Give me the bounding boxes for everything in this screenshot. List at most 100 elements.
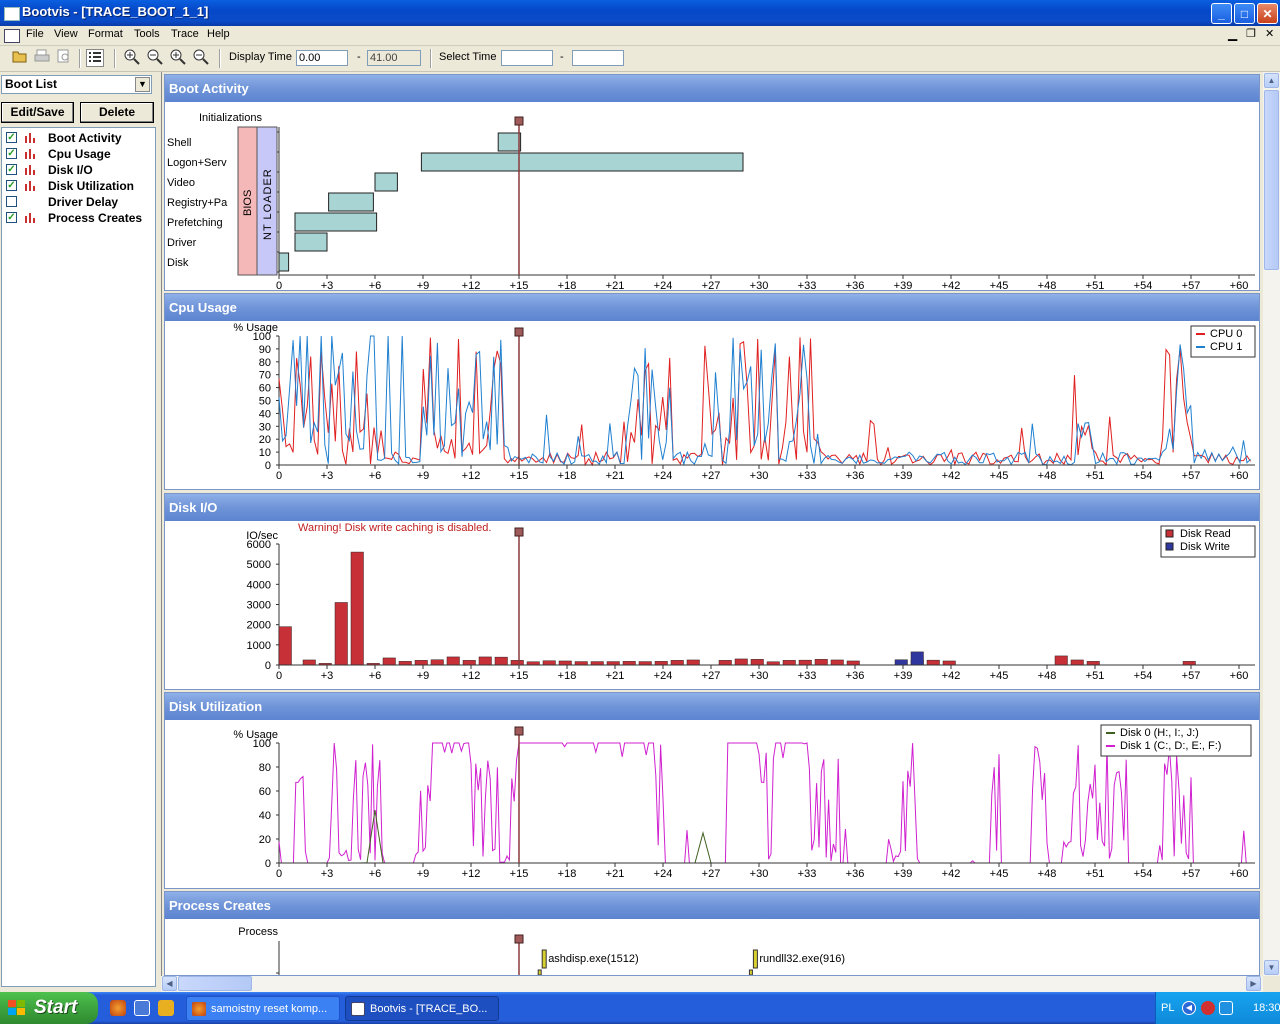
zoom-out-icon[interactable] xyxy=(146,49,164,67)
select-time-start-input[interactable] xyxy=(501,50,553,66)
checkbox[interactable]: ✓ xyxy=(6,180,17,191)
legend-label: Disk 1 (C:, D:, E:, F:) xyxy=(1120,740,1221,752)
x-tick-label: +48 xyxy=(1038,670,1057,682)
boot-activity-panel: Boot Activity Initializations Shell Logon+… xyxy=(164,74,1260,291)
chart-list-item-disk-io[interactable]: ✓ Disk I/O xyxy=(6,163,154,179)
close-button[interactable]: ✕ xyxy=(1257,3,1278,24)
task-button-firefox[interactable]: samoistny reset komp... xyxy=(186,996,340,1021)
open-folder-icon[interactable] xyxy=(11,49,29,67)
scroll-right-icon[interactable]: ▶ xyxy=(1246,976,1261,991)
process-creates-panel: Process Creates Process ashdisp.exe(1512)… xyxy=(164,891,1260,976)
x-tick-label: +51 xyxy=(1086,280,1105,290)
checkbox[interactable]: ✓ xyxy=(6,148,17,159)
mdi-restore-icon[interactable]: ❐ xyxy=(1246,27,1256,40)
chevron-down-icon[interactable]: ▼ xyxy=(135,77,150,92)
disk-read-bar xyxy=(1086,661,1100,666)
legend-label: Disk 0 (H:, I:, J:) xyxy=(1120,727,1199,739)
chart-list-label: Process Creates xyxy=(48,211,143,225)
disk-read-bar xyxy=(398,661,412,666)
disk-io-chart[interactable]: 6000500040003000200010000IO/secWarning! … xyxy=(165,521,1259,689)
disk-read-bar xyxy=(750,659,764,666)
checkbox[interactable]: ✓ xyxy=(6,164,17,175)
zoom-fit-icon[interactable] xyxy=(192,49,210,67)
minimize-button[interactable]: _ xyxy=(1211,3,1232,24)
clock[interactable]: 18:30 xyxy=(1253,1002,1280,1014)
x-tick-label: +15 xyxy=(510,670,529,682)
select-time-end-input[interactable] xyxy=(572,50,624,66)
process-creates-chart[interactable]: Process ashdisp.exe(1512) rundll32.exe(916… xyxy=(165,919,1259,975)
x-tick-label: +30 xyxy=(750,868,769,880)
print-preview-icon[interactable] xyxy=(55,49,73,67)
y-tick-label: 80 xyxy=(259,762,271,774)
menu-trace[interactable]: Trace xyxy=(171,28,199,40)
chart-list-item-process-creates[interactable]: ✓ Process Creates xyxy=(6,211,154,227)
start-button[interactable]: Start xyxy=(0,992,98,1024)
toolbar-separator xyxy=(79,49,81,68)
delete-button[interactable]: Delete xyxy=(80,102,154,123)
show-desktop-icon[interactable] xyxy=(134,1000,150,1016)
zoom-in-selection-icon[interactable] xyxy=(169,49,187,67)
y-tick-label: 50 xyxy=(259,396,271,408)
menu-help[interactable]: Help xyxy=(207,28,230,40)
menu-format[interactable]: Format xyxy=(88,28,123,40)
edit-save-button[interactable]: Edit/Save xyxy=(1,102,74,123)
display-time-end-input[interactable]: 41.00 xyxy=(367,50,421,66)
x-tick-label: +54 xyxy=(1134,280,1153,290)
horizontal-scrollbar[interactable]: ◀ ▶ xyxy=(161,976,1263,992)
chart-list-item-boot-activity[interactable]: ✓ Boot Activity xyxy=(6,131,154,147)
scroll-down-icon[interactable]: ▼ xyxy=(1264,960,1279,975)
x-tick-label: +27 xyxy=(702,868,721,880)
network-icon[interactable] xyxy=(1219,1001,1233,1015)
boot-list-select[interactable]: Boot List ▼ xyxy=(1,75,152,94)
scroll-left-icon[interactable]: ◀ xyxy=(162,976,177,991)
cpu-usage-chart[interactable]: 1009080706050403020100% Usage0 +3 +6 +9 +12 +… xyxy=(165,321,1259,489)
x-tick-label: 0 xyxy=(276,868,282,880)
x-tick-label: +57 xyxy=(1182,470,1201,482)
legend-label: CPU 0 xyxy=(1210,328,1242,340)
x-tick-label: +54 xyxy=(1134,868,1153,880)
quick-launch-icon[interactable] xyxy=(158,1000,174,1016)
tray-expand-icon[interactable]: ◀ xyxy=(1182,1001,1196,1015)
task-button-bootvis[interactable]: Bootvis - [TRACE_BO... xyxy=(345,996,499,1021)
warning-text: Warning! Disk write caching is disabled. xyxy=(298,522,491,534)
firefox-icon[interactable] xyxy=(110,1000,126,1016)
scroll-thumb[interactable] xyxy=(1264,90,1279,270)
mdi-close-icon[interactable]: ✕ xyxy=(1265,27,1274,40)
x-tick-label: +6 xyxy=(369,670,382,682)
process-marker xyxy=(541,949,547,969)
list-view-icon[interactable] xyxy=(86,49,104,67)
x-tick-label: +27 xyxy=(702,280,721,290)
x-tick-label: +27 xyxy=(702,670,721,682)
disk-utilization-chart[interactable]: 100806040200% Usage0 +3 +6 +9 +12 +15 +18 +21 +2… xyxy=(165,720,1259,888)
menu-tools[interactable]: Tools xyxy=(134,28,160,40)
chart-list-label: Cpu Usage xyxy=(48,147,111,161)
maximize-button[interactable]: □ xyxy=(1234,3,1255,24)
x-tick-label: +51 xyxy=(1086,470,1105,482)
checkbox[interactable]: ✓ xyxy=(6,132,17,143)
chart-list-item-disk-utilization[interactable]: ✓ Disk Utilization xyxy=(6,179,154,195)
print-icon[interactable] xyxy=(33,49,51,67)
checkbox[interactable]: ✓ xyxy=(6,212,17,223)
boot-activity-chart[interactable]: Initializations Shell Logon+Serv Video Regis… xyxy=(165,102,1259,290)
document-icon[interactable] xyxy=(4,29,20,43)
time-marker-handle xyxy=(514,327,524,337)
scroll-thumb[interactable] xyxy=(178,976,252,991)
antivirus-icon[interactable] xyxy=(1201,1001,1215,1015)
language-indicator[interactable]: PL xyxy=(1161,1002,1174,1014)
x-tick-label: +60 xyxy=(1230,280,1249,290)
vertical-scrollbar[interactable]: ▲ ▼ xyxy=(1263,72,1280,976)
y-axis-title: IO/sec xyxy=(246,530,278,542)
display-time-start-input[interactable]: 0.00 xyxy=(296,50,348,66)
menu-view[interactable]: View xyxy=(54,28,78,40)
x-tick-label: +9 xyxy=(417,868,430,880)
disk-read-bar xyxy=(638,661,652,666)
zoom-in-icon[interactable] xyxy=(123,49,141,67)
menu-file[interactable]: File xyxy=(26,28,44,40)
mdi-minimize-icon[interactable]: ▁ xyxy=(1228,27,1237,41)
chart-list-item-cpu-usage[interactable]: ✓ Cpu Usage xyxy=(6,147,154,163)
scroll-up-icon[interactable]: ▲ xyxy=(1264,73,1279,88)
y-tick-label: 90 xyxy=(259,344,271,356)
x-tick-label: +6 xyxy=(369,470,382,482)
checkbox[interactable] xyxy=(6,196,17,207)
chart-list-item-driver-delay[interactable]: Driver Delay xyxy=(6,195,154,211)
